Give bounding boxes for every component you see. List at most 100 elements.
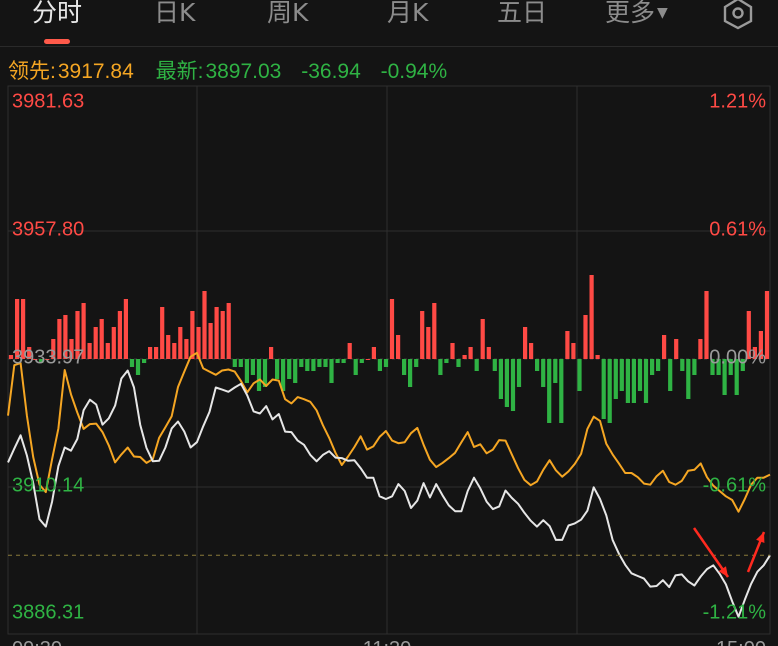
flow-bar (402, 359, 407, 375)
flow-bar (105, 343, 110, 359)
flow-bar (353, 359, 358, 375)
flow-bar (129, 359, 135, 367)
flow-bar (256, 359, 262, 391)
flow-bar (329, 359, 334, 383)
flow-bar (625, 359, 630, 403)
flow-bar (269, 347, 274, 359)
flow-bar (686, 359, 691, 399)
flow-bar (383, 359, 389, 367)
y-axis-label-left: 3981.63 (12, 90, 84, 112)
x-axis-label: 11:30 (363, 638, 412, 646)
flow-bar (250, 359, 255, 375)
flow-bar (87, 343, 92, 359)
flow-bar (704, 291, 709, 359)
flow-bar (541, 359, 546, 387)
flow-bar (190, 311, 195, 359)
flow-bar (341, 359, 346, 363)
flow-bar (208, 323, 213, 359)
flow-bar (389, 299, 395, 359)
flow-bar (335, 359, 340, 363)
flow-bar (293, 359, 298, 383)
y-axis-label-right: -1.21% (703, 601, 767, 623)
y-axis-label-right: -0.61% (703, 474, 767, 496)
flow-bar (547, 359, 552, 423)
flow-bar (244, 359, 249, 383)
flow-bar (559, 359, 564, 423)
flow-bar (607, 359, 612, 423)
flow-bar (595, 355, 600, 359)
flow-bar (631, 359, 636, 403)
flow-bar (396, 335, 401, 359)
flow-bar (643, 359, 649, 403)
flow-bar (123, 299, 128, 359)
y-axis-label-right: 0.00% (709, 346, 766, 368)
flow-bar (553, 359, 558, 383)
flow-bar (438, 359, 443, 375)
flow-bar (680, 359, 685, 371)
flow-bar (510, 359, 516, 411)
flow-bar (692, 359, 697, 375)
flow-bar (662, 335, 667, 359)
flow-bar (656, 359, 661, 371)
flow-bar (275, 359, 280, 379)
flow-bar (456, 359, 461, 367)
flow-bar (135, 359, 141, 375)
flow-bar (160, 307, 165, 359)
flow-bar (408, 359, 413, 387)
flow-bar (93, 327, 98, 359)
flow-bar (516, 359, 522, 387)
flow-bar (117, 311, 122, 359)
y-axis-label-left: 3933.97 (12, 346, 84, 368)
flow-bar (420, 311, 425, 359)
flow-bar (583, 315, 588, 359)
flow-bar (444, 359, 449, 363)
flow-bar (142, 359, 147, 363)
flow-bar (287, 359, 292, 379)
flow-bar (450, 343, 455, 359)
flow-bar (148, 347, 153, 359)
y-axis-label-right: 1.21% (709, 90, 766, 112)
flow-bar (365, 359, 370, 360)
flow-bar (498, 359, 503, 399)
flow-bar (674, 339, 679, 359)
flow-bar (238, 359, 243, 367)
flow-bar (432, 303, 437, 359)
flow-bar (299, 359, 304, 367)
intraday-chart[interactable]: 3981.63 3957.80 3933.97 3910.14 3886.31 1.21%… (0, 0, 778, 646)
flow-bar (637, 359, 643, 391)
flow-bar (426, 327, 431, 359)
flow-bar (486, 347, 491, 359)
flow-bar (504, 359, 509, 407)
flow-bar (347, 343, 352, 359)
flow-bar (317, 359, 322, 367)
y-axis-label-left: 3886.31 (12, 601, 84, 623)
flow-bar (668, 359, 673, 391)
flow-bar (178, 327, 183, 359)
flow-bar (311, 359, 316, 371)
y-axis-label-left: 3957.80 (12, 218, 84, 240)
flow-bar (377, 359, 382, 371)
flow-bar (535, 359, 540, 371)
price-line (7, 369, 771, 618)
flow-bar (226, 303, 231, 359)
flow-bar (589, 275, 594, 359)
flow-bar (468, 347, 473, 359)
flow-bar (698, 339, 703, 359)
flow-bar (565, 331, 570, 359)
flow-bar (650, 359, 655, 375)
flow-bar (371, 347, 376, 359)
flow-bar (154, 347, 159, 359)
flow-bar (99, 319, 104, 359)
flow-bar (359, 359, 364, 363)
flow-bar (619, 359, 624, 391)
flow-bar (166, 335, 171, 359)
flow-bar (577, 359, 582, 391)
flow-bar (529, 343, 534, 359)
flow-bar (184, 339, 189, 359)
flow-bar (172, 343, 177, 359)
flow-bar (232, 359, 237, 367)
x-axis-label: 15:00 (716, 638, 766, 646)
flow-bar (613, 359, 618, 399)
flow-bar (523, 327, 528, 359)
flow-bar (305, 359, 310, 371)
